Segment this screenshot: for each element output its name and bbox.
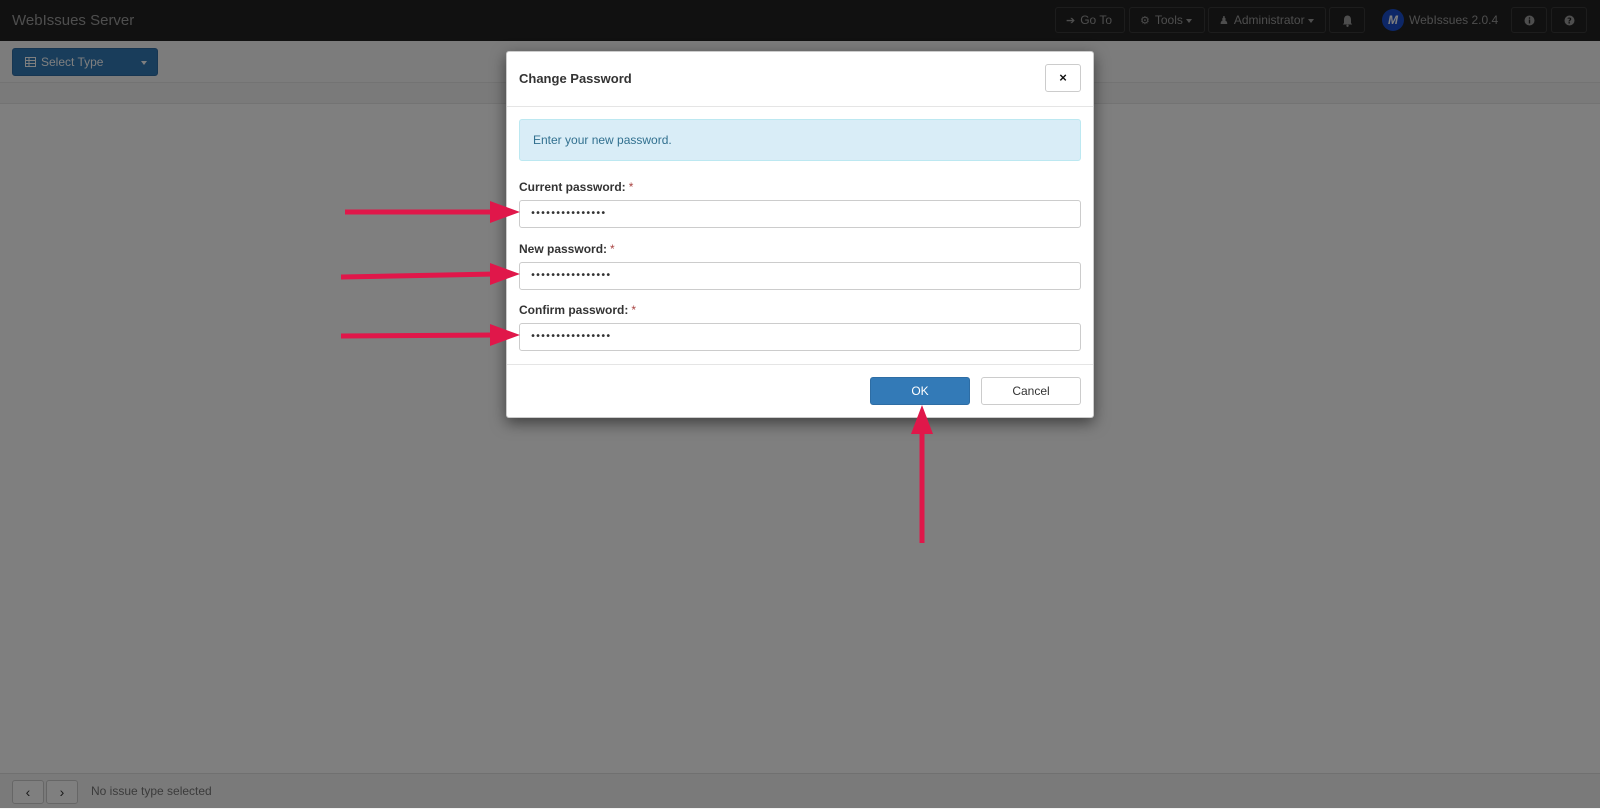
ok-button[interactable]: OK (870, 377, 970, 405)
current-password-field[interactable]: ••••••••••••••• (519, 200, 1081, 228)
required-marker: * (628, 180, 634, 194)
current-password-label-text: Current password: (519, 180, 626, 194)
close-icon: × (1059, 70, 1067, 85)
confirm-password-label: Confirm password: * (519, 303, 636, 317)
new-password-field[interactable]: •••••••••••••••• (519, 262, 1081, 290)
dialog-title: Change Password (519, 71, 632, 86)
required-marker: * (631, 303, 637, 317)
confirm-password-label-text: Confirm password: (519, 303, 629, 317)
confirm-password-field[interactable]: •••••••••••••••• (519, 323, 1081, 351)
dialog-header: Change Password × (507, 52, 1093, 107)
current-password-label: Current password: * (519, 180, 633, 194)
required-marker: * (610, 242, 615, 256)
info-alert: Enter your new password. (519, 119, 1081, 161)
change-password-dialog: Change Password × Enter your new passwor… (506, 51, 1094, 418)
dialog-footer: OK Cancel (507, 364, 1093, 418)
cancel-button[interactable]: Cancel (981, 377, 1081, 405)
new-password-label: New password: * (519, 242, 615, 256)
close-button[interactable]: × (1045, 64, 1081, 92)
new-password-label-text: New password: (519, 242, 608, 256)
